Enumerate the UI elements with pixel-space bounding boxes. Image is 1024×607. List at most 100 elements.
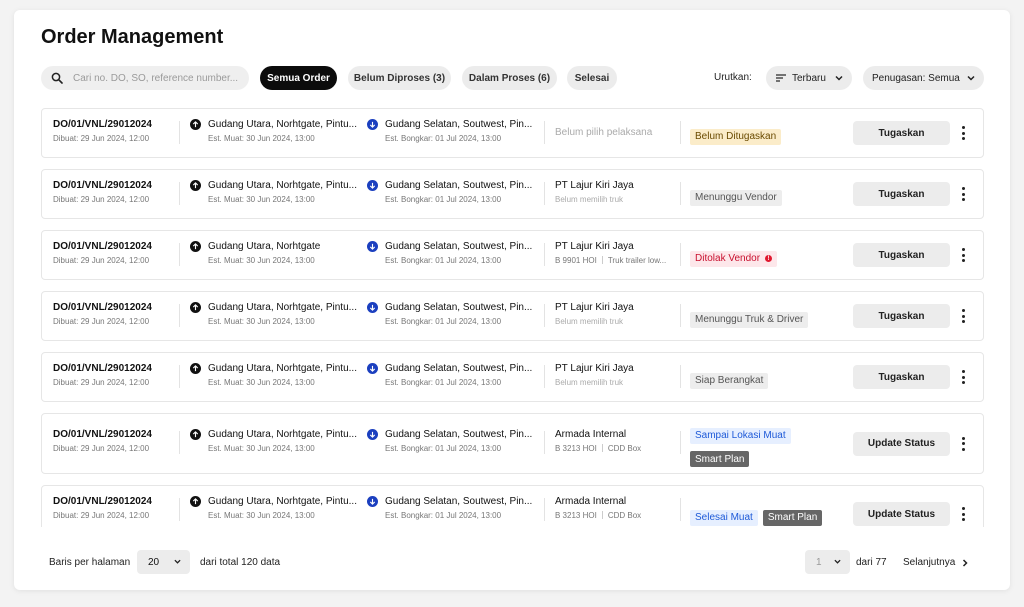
delivery-order-number[interactable]: DO/01/VNL/29012024	[53, 429, 152, 440]
truck-info: Belum memilih truk	[555, 317, 675, 326]
destination-location: Gudang Selatan, Soutwest, Pin...	[385, 119, 533, 130]
row-action-button[interactable]: Tugaskan	[853, 365, 950, 389]
row-action-button[interactable]: Tugaskan	[853, 182, 950, 206]
column-divider	[544, 121, 545, 144]
column-divider	[179, 243, 180, 266]
delivery-order-number[interactable]: DO/01/VNL/29012024	[53, 180, 152, 191]
column-divider	[179, 182, 180, 205]
column-divider	[544, 498, 545, 521]
column-divider	[680, 243, 681, 266]
filter-chip-in-progress[interactable]: Dalam Proses (6)	[462, 66, 557, 90]
row-action-button[interactable]: Tugaskan	[853, 304, 950, 328]
assignment-dropdown[interactable]: Penugasan: Semua	[863, 66, 984, 90]
search-box[interactable]	[41, 66, 249, 90]
toolbar: Semua Order Belum Diproses (3) Dalam Pro…	[41, 66, 984, 91]
created-date: Dibuat: 29 Jun 2024, 12:00	[53, 378, 150, 387]
column-divider	[544, 365, 545, 388]
estimated-load-time: Est. Muat: 30 Jun 2024, 13:00	[208, 256, 315, 265]
vendor-name: PT Lajur Kiri Jaya	[555, 241, 634, 252]
truck-separator	[601, 256, 603, 264]
arrow-down-icon	[367, 429, 378, 440]
page-title: Order Management	[41, 26, 224, 48]
chevron-right-icon	[963, 558, 968, 567]
more-options-icon[interactable]	[957, 369, 969, 385]
destination-location: Gudang Selatan, Soutwest, Pin...	[385, 180, 533, 191]
sort-lines-icon	[776, 74, 786, 82]
next-page-link[interactable]: Selanjutnya	[903, 557, 969, 568]
truck-info: Belum memilih truk	[555, 378, 675, 387]
more-options-icon[interactable]	[957, 186, 969, 202]
order-row[interactable]: DO/01/VNL/29012024 Dibuat: 29 Jun 2024, …	[41, 169, 984, 219]
search-input[interactable]	[73, 72, 243, 84]
created-date: Dibuat: 29 Jun 2024, 12:00	[53, 134, 150, 143]
estimated-load-time: Est. Muat: 30 Jun 2024, 13:00	[208, 378, 315, 387]
arrow-up-icon	[190, 241, 201, 252]
estimated-load-time: Est. Muat: 30 Jun 2024, 13:00	[208, 195, 315, 204]
status-badge: Siap Berangkat	[690, 372, 769, 389]
estimated-unload-time: Est. Bongkar: 01 Jul 2024, 13:00	[385, 134, 502, 143]
row-action-button[interactable]: Update Status	[853, 502, 950, 526]
status-label: Ditolak Vendor	[695, 253, 761, 264]
truck-type: CDD Box	[607, 511, 642, 520]
more-options-icon[interactable]	[957, 308, 969, 324]
row-action-button[interactable]: Tugaskan	[853, 243, 950, 267]
arrow-up-icon	[190, 180, 201, 191]
origin-location: Gudang Utara, Norhtgate, Pintu...	[208, 496, 357, 507]
estimated-load-time: Est. Muat: 30 Jun 2024, 13:00	[208, 134, 315, 143]
delivery-order-number[interactable]: DO/01/VNL/29012024	[53, 496, 152, 507]
estimated-unload-time: Est. Bongkar: 01 Jul 2024, 13:00	[385, 378, 502, 387]
estimated-load-time: Est. Muat: 30 Jun 2024, 13:00	[208, 317, 315, 326]
filter-chip-unprocessed[interactable]: Belum Diproses (3)	[348, 66, 451, 90]
sort-dropdown[interactable]: Terbaru	[766, 66, 852, 90]
estimated-unload-time: Est. Bongkar: 01 Jul 2024, 13:00	[385, 256, 502, 265]
truck-info: B 9901 HOI Truk trailer low...	[555, 256, 675, 265]
truck-plate: B 3213 HOI	[555, 444, 597, 453]
order-row[interactable]: DO/01/VNL/29012024 Dibuat: 29 Jun 2024, …	[41, 352, 984, 402]
rows-per-page-label: Baris per halaman	[49, 557, 131, 568]
column-divider	[179, 121, 180, 144]
status-badge: Belum Ditugaskan	[690, 128, 782, 145]
arrow-down-icon	[367, 180, 378, 191]
chevron-down-icon	[834, 559, 841, 564]
status-label: Siap Berangkat	[695, 375, 764, 386]
arrow-down-icon	[367, 363, 378, 374]
origin-location: Gudang Utara, Norhtgate, Pintu...	[208, 119, 357, 130]
rows-per-page-select[interactable]: 20	[137, 550, 190, 574]
page-select[interactable]: 1	[805, 550, 850, 574]
column-divider	[544, 182, 545, 205]
more-options-icon[interactable]	[957, 436, 969, 452]
destination-location: Gudang Selatan, Soutwest, Pin...	[385, 496, 533, 507]
more-options-icon[interactable]	[957, 247, 969, 263]
order-row[interactable]: DO/01/VNL/29012024 Dibuat: 29 Jun 2024, …	[41, 485, 984, 527]
row-action-button[interactable]: Tugaskan	[853, 121, 950, 145]
order-row[interactable]: DO/01/VNL/29012024 Dibuat: 29 Jun 2024, …	[41, 413, 984, 474]
more-options-icon[interactable]	[957, 125, 969, 141]
delivery-order-number[interactable]: DO/01/VNL/29012024	[53, 302, 152, 313]
filter-chip-all[interactable]: Semua Order	[260, 66, 337, 90]
status-label: Belum Ditugaskan	[695, 131, 777, 142]
column-divider	[179, 365, 180, 388]
delivery-order-number[interactable]: DO/01/VNL/29012024	[53, 363, 152, 374]
order-management-card: Order Management Semua Order Belum Dipro…	[14, 10, 1010, 590]
created-date: Dibuat: 29 Jun 2024, 12:00	[53, 317, 150, 326]
order-row[interactable]: DO/01/VNL/29012024 Dibuat: 29 Jun 2024, …	[41, 108, 984, 158]
delivery-order-number[interactable]: DO/01/VNL/29012024	[53, 119, 152, 130]
created-date: Dibuat: 29 Jun 2024, 12:00	[53, 195, 150, 204]
arrow-up-icon	[190, 429, 201, 440]
alert-icon: !	[765, 255, 773, 262]
order-row[interactable]: DO/01/VNL/29012024 Dibuat: 29 Jun 2024, …	[41, 291, 984, 341]
arrow-up-icon	[190, 496, 201, 507]
destination-location: Gudang Selatan, Soutwest, Pin...	[385, 363, 533, 374]
column-divider	[680, 498, 681, 521]
order-row[interactable]: DO/01/VNL/29012024 Dibuat: 29 Jun 2024, …	[41, 230, 984, 280]
vendor-name: Armada Internal	[555, 496, 627, 507]
estimated-unload-time: Est. Bongkar: 01 Jul 2024, 13:00	[385, 444, 502, 453]
more-options-icon[interactable]	[957, 506, 969, 522]
filter-chip-done[interactable]: Selesai	[567, 66, 617, 90]
arrow-down-icon	[367, 119, 378, 130]
truck-info: B 3213 HOI CDD Box	[555, 511, 675, 520]
chevron-down-icon	[835, 75, 843, 81]
delivery-order-number[interactable]: DO/01/VNL/29012024	[53, 241, 152, 252]
status-label: Menunggu Vendor	[695, 192, 777, 203]
row-action-button[interactable]: Update Status	[853, 431, 950, 456]
